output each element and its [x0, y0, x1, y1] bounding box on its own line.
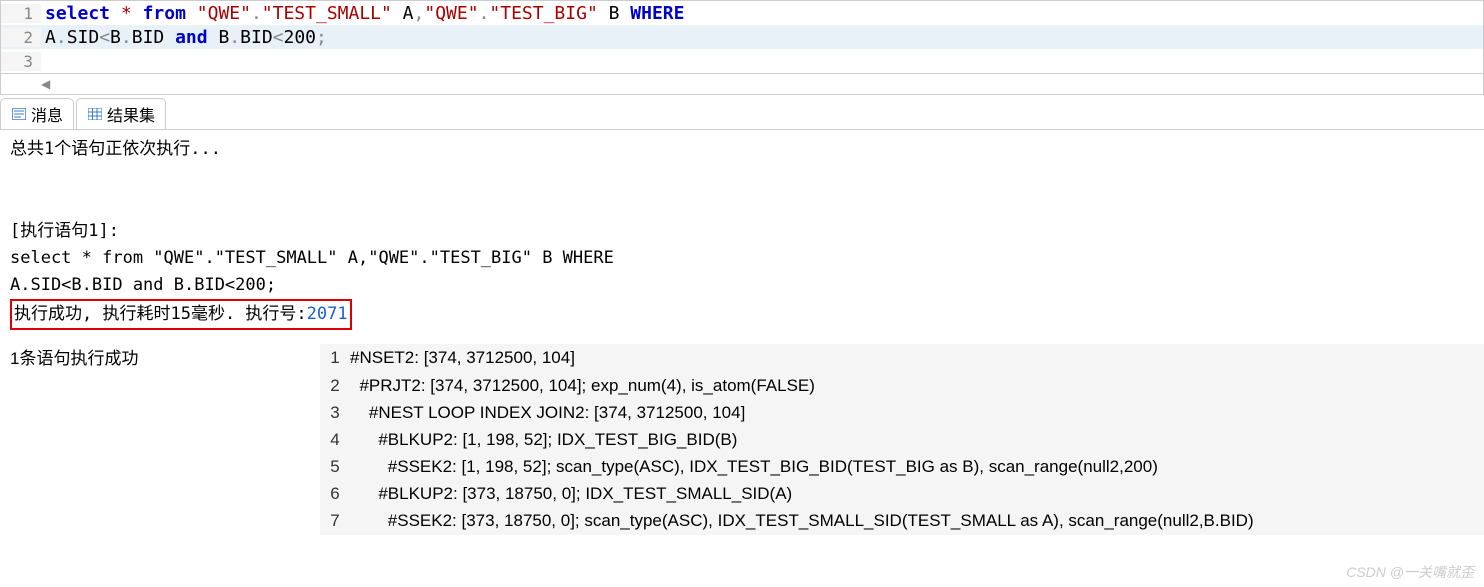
plan-row: 7 #SSEK2: [373, 18750, 0]; scan_type(ASC…: [320, 507, 1484, 534]
scroll-left-icon: ◀: [41, 77, 50, 91]
plan-row-number: 5: [320, 453, 350, 480]
output-panel: 总共1个语句正依次执行... [执行语句1]: select * from "Q…: [0, 130, 1484, 336]
success-text: 执行成功, 执行耗时15毫秒. 执行号:: [14, 304, 307, 324]
code-line-1[interactable]: select * from "QWE"."TEST_SMALL" A,"QWE"…: [41, 3, 1483, 24]
execution-result-highlight: 执行成功, 执行耗时15毫秒. 执行号:2071: [10, 299, 352, 330]
plan-row-text: #SSEK2: [373, 18750, 0]; scan_type(ASC),…: [350, 507, 1484, 534]
tab-messages[interactable]: 消息: [0, 98, 74, 129]
sql-editor[interactable]: 1 select * from "QWE"."TEST_SMALL" A,"QW…: [0, 0, 1484, 73]
plan-row-number: 6: [320, 480, 350, 507]
plan-row-text: #BLKUP2: [1, 198, 52]; IDX_TEST_BIG_BID(…: [350, 426, 1484, 453]
horizontal-scroll[interactable]: ◀: [0, 73, 1484, 95]
plan-row-number: 3: [320, 399, 350, 426]
line-number: 3: [1, 52, 41, 71]
plan-row-text: #BLKUP2: [373, 18750, 0]; IDX_TEST_SMALL…: [350, 480, 1484, 507]
plan-row: 1#NSET2: [374, 3712500, 104]: [320, 344, 1484, 371]
plan-row: 2 #PRJT2: [374, 3712500, 104]; exp_num(4…: [320, 372, 1484, 399]
plan-row: 5 #SSEK2: [1, 198, 52]; scan_type(ASC), …: [320, 453, 1484, 480]
plan-row-number: 1: [320, 344, 350, 371]
plan-row: 6 #BLKUP2: [373, 18750, 0]; IDX_TEST_SMA…: [320, 480, 1484, 507]
plan-row: 3 #NEST LOOP INDEX JOIN2: [374, 3712500,…: [320, 399, 1484, 426]
plan-tree[interactable]: 1#NSET2: [374, 3712500, 104]2 #PRJT2: [3…: [320, 344, 1484, 534]
tab-results[interactable]: 结果集: [76, 98, 166, 129]
plan-row-text: #NEST LOOP INDEX JOIN2: [374, 3712500, 1…: [350, 399, 1484, 426]
plan-row-number: 2: [320, 372, 350, 399]
tab-label: 消息: [31, 102, 63, 126]
code-line-2[interactable]: A.SID<B.BID and B.BID<200;: [41, 27, 1483, 48]
line-number: 1: [1, 4, 41, 23]
execution-plan: 1条语句执行成功 1#NSET2: [374, 3712500, 104]2 #…: [0, 344, 1484, 534]
completion-status: 1条语句执行成功: [0, 344, 320, 534]
plan-row: 4 #BLKUP2: [1, 198, 52]; IDX_TEST_BIG_BI…: [320, 426, 1484, 453]
sql-echo: select * from "QWE"."TEST_SMALL" A,"QWE"…: [10, 245, 1474, 272]
execution-id-link[interactable]: 2071: [307, 304, 348, 324]
plan-row-text: #SSEK2: [1, 198, 52]; scan_type(ASC), ID…: [350, 453, 1484, 480]
sql-echo: A.SID<B.BID and B.BID<200;: [10, 272, 1474, 299]
plan-row-number: 4: [320, 426, 350, 453]
plan-row-text: #NSET2: [374, 3712500, 104]: [350, 344, 1484, 371]
watermark: CSDN @一关嘴就歪: [1346, 562, 1474, 582]
output-tabs: 消息 结果集: [0, 98, 1484, 130]
plan-row-number: 7: [320, 507, 350, 534]
plan-row-text: #PRJT2: [374, 3712500, 104]; exp_num(4),…: [350, 372, 1484, 399]
exec-statement-label: [执行语句1]:: [10, 218, 1474, 245]
grid-icon: [87, 106, 103, 122]
line-number: 2: [1, 28, 41, 47]
messages-icon: [11, 106, 27, 122]
tab-label: 结果集: [107, 102, 155, 126]
status-line: 总共1个语句正依次执行...: [10, 136, 1474, 163]
